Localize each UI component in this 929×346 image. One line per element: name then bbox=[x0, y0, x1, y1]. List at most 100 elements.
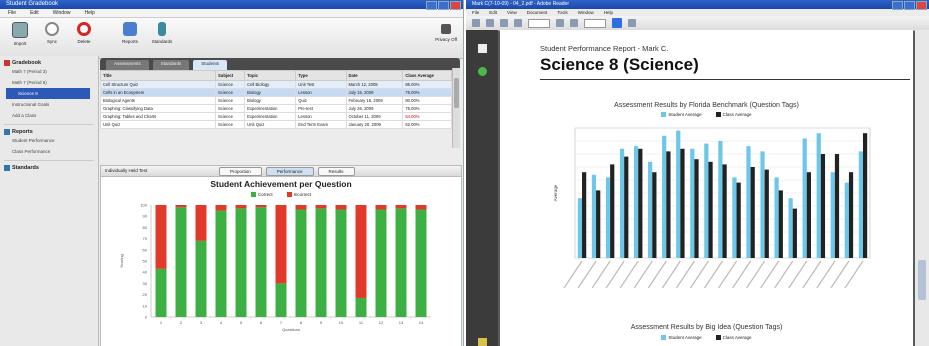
table-row[interactable]: Graphing: Classifying Data Science Experim… bbox=[100, 104, 452, 113]
reader-scrollbar-thumb[interactable] bbox=[918, 260, 926, 300]
sidebar-section-standards[interactable]: Standards bbox=[4, 165, 98, 171]
col-class-average[interactable]: Class Average bbox=[402, 70, 452, 81]
menu-window[interactable]: Window bbox=[53, 9, 71, 17]
sidebar-item-class[interactable]: Math 7 (Period 3) bbox=[0, 66, 98, 77]
zoom-out-icon[interactable] bbox=[556, 19, 564, 27]
x-tick-label bbox=[760, 260, 780, 289]
col-date[interactable]: Date bbox=[345, 70, 404, 81]
sidebar-item-add-class[interactable]: Add a Class bbox=[0, 110, 98, 121]
menu-bar: File Edit Window Help bbox=[0, 9, 463, 18]
table-row[interactable]: Unit Quiz Science Unit Quiz End Term Exam Ja… bbox=[100, 120, 452, 129]
tab-assessments[interactable]: Assessments bbox=[106, 60, 149, 70]
incorrect-bar bbox=[375, 205, 387, 210]
attachments-icon[interactable] bbox=[477, 338, 487, 346]
col-subject[interactable]: Subject bbox=[214, 70, 246, 81]
student-average-bar bbox=[690, 148, 695, 258]
fit-width-icon[interactable] bbox=[628, 19, 636, 27]
menu-document[interactable]: Document bbox=[527, 9, 548, 16]
menu-window[interactable]: Window bbox=[578, 9, 594, 16]
menu-file[interactable]: File bbox=[8, 9, 16, 17]
sidebar-item-student-performance[interactable]: Student Performance bbox=[0, 135, 98, 146]
table-row[interactable]: Graphing: Tables and Charts Science Experi… bbox=[100, 112, 452, 121]
close-button[interactable] bbox=[916, 1, 927, 10]
prev-page-icon[interactable] bbox=[500, 19, 508, 27]
reports-section-icon bbox=[4, 129, 10, 135]
big-idea-chart-legend: Student Average Class Average bbox=[500, 335, 913, 341]
delete-button[interactable]: Delete bbox=[72, 22, 96, 44]
menu-edit[interactable]: Edit bbox=[489, 9, 497, 16]
menu-tools[interactable]: Tools bbox=[557, 9, 568, 16]
class-average-bar bbox=[764, 169, 769, 258]
zoom-in-icon[interactable] bbox=[570, 19, 578, 27]
tab-students[interactable]: Students bbox=[193, 60, 228, 70]
performance-button[interactable]: Performance bbox=[265, 167, 314, 176]
maximize-button[interactable] bbox=[438, 1, 449, 10]
y-tick-label: 0 bbox=[145, 315, 148, 320]
menu-view[interactable]: View bbox=[507, 9, 517, 16]
main-toolbar: Import Sync Delete Reports Standards Pri… bbox=[0, 18, 463, 59]
table-scrollbar[interactable] bbox=[452, 68, 460, 148]
proportion-button[interactable]: Proportion bbox=[219, 167, 262, 176]
privacy-icon bbox=[441, 24, 452, 34]
window-controls bbox=[426, 1, 461, 10]
x-tick-label bbox=[774, 260, 794, 289]
table-row-selected[interactable]: Cells in an Ecosystem Science Biology Lesso… bbox=[100, 88, 452, 97]
sidebar-item-class-selected[interactable]: Science 8 bbox=[6, 88, 90, 99]
x-tick-label bbox=[830, 260, 850, 289]
table-row[interactable]: Biological Agents Science Biology Quiz Febru… bbox=[100, 96, 452, 105]
correct-bar bbox=[155, 269, 167, 318]
fit-page-icon[interactable] bbox=[612, 18, 622, 28]
menu-help[interactable]: Help bbox=[84, 9, 94, 17]
maximize-button[interactable] bbox=[904, 1, 915, 10]
y-axis-label: Average bbox=[553, 184, 558, 201]
student-average-bar bbox=[619, 148, 625, 258]
table-header-row: Title Subject Topic Type Date Class Aver… bbox=[100, 70, 452, 81]
reader-scrollbar[interactable] bbox=[915, 30, 929, 346]
import-button[interactable]: Import bbox=[8, 22, 32, 46]
x-tick-label: 1 bbox=[160, 320, 163, 325]
incorrect-bar bbox=[155, 205, 167, 270]
reports-button[interactable]: Reports bbox=[118, 22, 142, 44]
reader-menu-bar: File Edit View Document Tools Window Hel… bbox=[466, 9, 929, 16]
zoom-field[interactable] bbox=[584, 18, 606, 28]
results-button[interactable]: Results bbox=[317, 167, 355, 176]
correct-bar bbox=[315, 208, 327, 318]
sidebar-item-goals[interactable]: Instructional Goals bbox=[0, 99, 98, 110]
email-icon[interactable] bbox=[486, 19, 494, 27]
student-average-bar bbox=[704, 143, 709, 258]
next-page-icon[interactable] bbox=[514, 19, 522, 27]
standards-button[interactable]: Standards bbox=[150, 22, 174, 44]
class-average-bar bbox=[694, 159, 699, 258]
page-number-field[interactable] bbox=[528, 18, 550, 28]
x-tick-label bbox=[563, 260, 583, 289]
pages-icon[interactable] bbox=[477, 44, 487, 53]
minimize-button[interactable] bbox=[426, 1, 437, 10]
sync-button[interactable]: Sync bbox=[40, 22, 64, 44]
menu-file[interactable]: File bbox=[472, 9, 479, 16]
gradebook-window: Student Gradebook File Edit Window Help … bbox=[0, 0, 464, 346]
y-tick-label: 100 bbox=[140, 203, 147, 208]
x-tick-label bbox=[605, 260, 625, 289]
correct-bar bbox=[215, 210, 227, 318]
print-icon[interactable] bbox=[472, 19, 480, 27]
tab-standards[interactable]: Standards bbox=[152, 60, 190, 70]
table-row[interactable]: Cell Structure Quiz Science Cell Biology Un… bbox=[100, 80, 452, 89]
student-average-bar bbox=[605, 177, 611, 258]
correct-bar bbox=[275, 283, 287, 318]
reader-window-controls bbox=[892, 1, 927, 10]
privacy-toggle[interactable]: Privacy Off bbox=[435, 24, 457, 42]
col-topic[interactable]: Topic bbox=[244, 70, 297, 81]
class-average-bar bbox=[666, 151, 671, 258]
sidebar-item-class[interactable]: Math 7 (Period 5) bbox=[0, 77, 98, 88]
student-average-bar bbox=[718, 141, 723, 258]
signatures-icon[interactable] bbox=[477, 67, 487, 76]
menu-edit[interactable]: Edit bbox=[30, 9, 39, 17]
menu-help[interactable]: Help bbox=[604, 9, 613, 16]
sidebar-item-class-performance[interactable]: Class Performance bbox=[0, 146, 98, 157]
scrollbar-thumb[interactable] bbox=[454, 78, 459, 108]
minimize-button[interactable] bbox=[892, 1, 903, 10]
col-title[interactable]: Title bbox=[100, 70, 216, 81]
col-type[interactable]: Type bbox=[295, 70, 347, 81]
close-button[interactable] bbox=[450, 1, 461, 10]
x-tick-label: 13 bbox=[399, 320, 404, 325]
